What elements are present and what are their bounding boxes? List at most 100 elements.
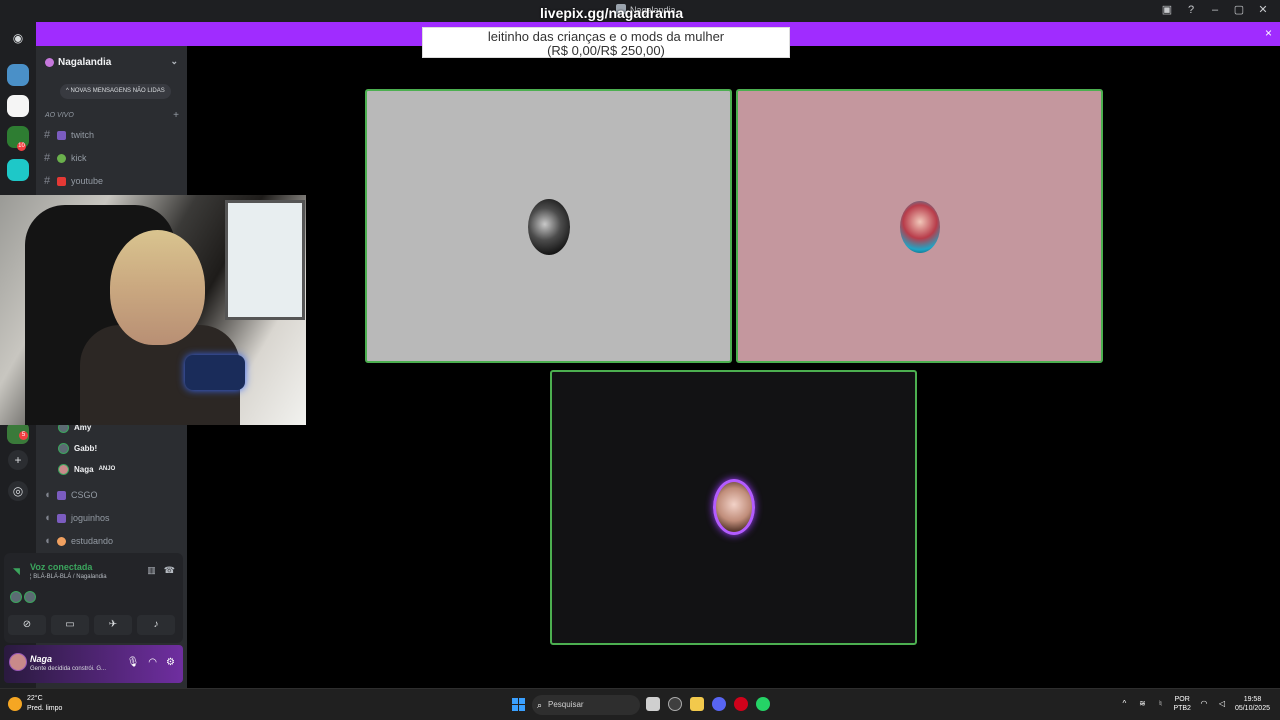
clock-time: 19:58	[1243, 696, 1262, 703]
disconnect-icon[interactable]: ☎	[164, 565, 175, 576]
search-placeholder: Pesquisar	[548, 700, 584, 709]
microphone-icon[interactable]: 🎙	[127, 657, 140, 668]
avatar	[58, 463, 69, 475]
unread-badge: 10	[17, 142, 26, 151]
add-channel-icon[interactable]: +	[173, 110, 179, 121]
participant-avatar	[528, 199, 570, 255]
controller-icon	[57, 130, 66, 140]
minimize-icon[interactable]: –	[1208, 3, 1222, 17]
add-server-icon[interactable]: +	[8, 450, 28, 470]
new-messages-pill[interactable]: ^ NOVAS MENSAGENS NÃO LIDAS	[60, 84, 171, 99]
screen-share-icon[interactable]: ▭	[51, 615, 89, 635]
banner-close-icon[interactable]: ×	[1265, 26, 1272, 40]
donation-goal-progress: (R$ 0,00/R$ 250,00)	[547, 43, 665, 58]
settings-gear-icon[interactable]: ⚙	[166, 657, 175, 668]
webcam-feed	[0, 195, 306, 425]
video-tile[interactable]	[365, 89, 732, 363]
obs-icon[interactable]	[668, 697, 682, 711]
channel-label: CSGO	[71, 490, 98, 500]
discover-icon[interactable]: ◎	[8, 481, 28, 501]
participant-avatar	[713, 479, 755, 535]
user-panel: Naga Gente decidida constrói. G... 🎙 ◠ ⚙	[4, 645, 183, 683]
system-tray: ^ ≋ ♮ POR PTB2 ◠ ◁ 19:58 05/10/2025	[1119, 695, 1270, 713]
voice-member[interactable]: Naga ANJO	[58, 461, 115, 477]
noise-suppression-icon[interactable]: ▥	[147, 565, 156, 576]
voice-buttons: ⊘ ▭ ✈ ♪	[8, 615, 175, 635]
user-avatar[interactable]	[9, 653, 27, 671]
unread-badge: 5	[19, 431, 28, 440]
participant-avatar	[900, 201, 940, 253]
voice-member[interactable]: Gabb!	[58, 440, 97, 456]
channel-label: kick	[71, 153, 87, 163]
file-explorer-icon[interactable]	[690, 697, 704, 711]
voice-actions: ▥ ☎	[147, 565, 175, 576]
keyboard-layout: PTB2	[1173, 705, 1191, 712]
hash-icon: #	[44, 129, 51, 141]
new-messages-label: NOVAS MENSAGENS NÃO LIDAS	[70, 88, 165, 94]
voice-channel-joguinhos[interactable]: ◖ joguinhos	[44, 510, 184, 526]
soundboard-icon[interactable]: ♪	[137, 615, 175, 635]
hash-icon: #	[44, 152, 51, 164]
clock-date: 05/10/2025	[1234, 705, 1270, 712]
server-header[interactable]: Nagalandia ⌄	[36, 52, 187, 72]
discord-icon[interactable]	[712, 697, 726, 711]
nerd-face-icon	[57, 536, 66, 546]
voice-connection-panel: ◥ Voz conectada ¦ BLÁ-BLÁ-BLÁ / Nagaland…	[4, 553, 183, 643]
voice-channel-csgo[interactable]: ◖ CSGO	[44, 487, 184, 503]
avatar[interactable]	[24, 591, 36, 603]
speaker-icon: ◖	[44, 535, 51, 547]
category-header[interactable]: AO VIVO	[45, 112, 74, 119]
wifi-icon[interactable]: ◠	[1199, 699, 1209, 709]
close-icon[interactable]: ✕	[1256, 3, 1270, 17]
channel-twitch[interactable]: # twitch	[44, 127, 184, 143]
microphone-icon[interactable]: ♮	[1155, 699, 1165, 709]
task-view-icon[interactable]	[646, 697, 660, 711]
windows-start-icon[interactable]	[512, 698, 525, 711]
maximize-icon[interactable]: ▢	[1232, 3, 1246, 17]
server-icon[interactable]	[7, 159, 29, 181]
webcam-mic-scene	[185, 355, 245, 390]
donation-goal-title: leitinho das crianças e o mods da mulher	[487, 29, 725, 44]
speaker-icon: ◖	[44, 512, 51, 524]
weather-widget[interactable]: 22°C Pred. limpo	[8, 694, 62, 714]
activity-icon[interactable]: ✈	[94, 615, 132, 635]
server-icon[interactable]	[7, 64, 29, 86]
chevron-up-icon[interactable]: ^	[1119, 699, 1129, 709]
whatsapp-icon[interactable]	[756, 697, 770, 711]
clock[interactable]: 19:58 05/10/2025	[1235, 695, 1270, 713]
channel-label: estudando	[71, 536, 114, 546]
taskbar-apps	[646, 697, 770, 711]
member-name: Gabb!	[74, 443, 98, 453]
webcam-person-head	[110, 230, 205, 345]
server-icon[interactable]	[7, 95, 29, 117]
avatar[interactable]	[10, 591, 22, 603]
channel-label: youtube	[71, 176, 104, 186]
server-badge-icon	[45, 58, 54, 67]
voice-status[interactable]: Voz conectada	[30, 562, 92, 572]
inbox-icon[interactable]: ▣	[1160, 3, 1174, 17]
volume-icon[interactable]: ◁	[1217, 699, 1227, 709]
help-icon[interactable]: ?	[1184, 3, 1198, 17]
taskbar-search[interactable]: ⌕ Pesquisar	[532, 695, 640, 715]
video-tile[interactable]	[736, 89, 1103, 363]
opera-icon[interactable]	[734, 697, 748, 711]
windows-taskbar: 22°C Pred. limpo ⌕ Pesquisar ^ ≋ ♮ POR P…	[0, 688, 1280, 720]
member-name: Naga	[74, 464, 94, 474]
channel-label: twitch	[71, 130, 95, 140]
temperature: 22°C	[27, 695, 43, 702]
channel-youtube[interactable]: # youtube	[44, 173, 184, 189]
language-indicator[interactable]: POR PTB2	[1173, 695, 1191, 713]
video-tile-speaking[interactable]	[550, 370, 917, 645]
webcam-window-scene	[225, 200, 305, 320]
discord-home-icon[interactable]: ◉	[8, 28, 28, 48]
camera-off-icon[interactable]: ⊘	[8, 615, 46, 635]
user-name[interactable]: Naga	[30, 654, 52, 664]
speaker-icon: ◖	[44, 489, 51, 501]
voice-channel-estudando[interactable]: ◖ estudando	[44, 533, 184, 549]
server-name: Nagalandia	[58, 57, 112, 68]
voice-channel-path[interactable]: ¦ BLÁ-BLÁ-BLÁ / Nagalandia	[30, 574, 107, 580]
alien-icon	[57, 153, 66, 163]
headphones-icon[interactable]: ◠	[148, 657, 157, 668]
channel-kick[interactable]: # kick	[44, 150, 184, 166]
network-icon[interactable]: ≋	[1137, 699, 1147, 709]
